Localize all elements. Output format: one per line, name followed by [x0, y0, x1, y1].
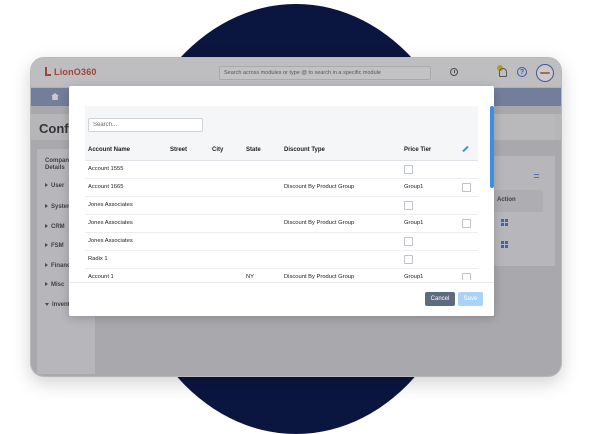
city-cell — [209, 160, 243, 179]
city-cell — [209, 196, 243, 215]
edit-cell — [459, 196, 478, 215]
account-name-cell: Account 1 — [85, 268, 167, 280]
column-header-price-tier[interactable]: Price Tier — [401, 140, 459, 161]
account-name-cell: Jones Associates — [85, 232, 167, 251]
table-row[interactable]: Radix 1 — [85, 250, 478, 269]
street-cell — [167, 178, 209, 197]
cancel-button[interactable]: Cancel — [425, 292, 455, 306]
street-cell — [167, 196, 209, 215]
column-header-account-name[interactable]: Account Name — [85, 140, 167, 161]
table-row[interactable]: Account 1 NY Discount By Product Group G… — [85, 268, 478, 280]
edit-cell — [459, 250, 478, 269]
account-selection-modal: Account Name Street City State Discount … — [69, 86, 494, 316]
discount-type-cell — [281, 232, 401, 251]
row-checkbox[interactable] — [462, 218, 471, 228]
select-cell — [459, 268, 478, 280]
street-cell — [167, 160, 209, 179]
table-row[interactable]: Jones Associates Discount By Product Gro… — [85, 214, 478, 233]
modal-scrollbar[interactable] — [490, 106, 494, 188]
account-name-cell: Jones Associates — [85, 196, 167, 215]
discount-type-cell: Discount By Product Group — [281, 214, 401, 233]
column-header-state[interactable]: State — [243, 140, 281, 161]
column-header-discount-type[interactable]: Discount Type — [281, 140, 401, 161]
table-row[interactable]: Account 1665 Discount By Product Group G… — [85, 178, 478, 197]
row-checkbox[interactable] — [462, 272, 471, 280]
price-tier-checkbox[interactable] — [404, 164, 413, 174]
price-tier-cell — [401, 232, 459, 251]
accounts-table: Account Name Street City State Discount … — [85, 140, 478, 280]
city-cell — [209, 232, 243, 251]
price-tier-cell: Group1 — [401, 268, 459, 280]
discount-type-cell: Discount By Product Group — [281, 178, 401, 197]
edit-cell — [459, 160, 478, 179]
street-cell — [167, 232, 209, 251]
state-cell — [243, 232, 281, 251]
account-name-cell: Account 1665 — [85, 178, 167, 197]
city-cell — [209, 214, 243, 233]
column-header-city[interactable]: City — [209, 140, 243, 161]
price-tier-cell — [401, 196, 459, 215]
state-cell — [243, 214, 281, 233]
discount-type-cell: Discount By Product Group — [281, 268, 401, 280]
city-cell — [209, 178, 243, 197]
state-cell — [243, 250, 281, 269]
column-header-street[interactable]: Street — [167, 140, 209, 161]
column-header-edit — [459, 140, 478, 161]
state-cell — [243, 178, 281, 197]
price-tier-cell: Group1 — [401, 178, 459, 197]
discount-type-cell — [281, 160, 401, 179]
state-cell — [243, 160, 281, 179]
pencil-icon[interactable] — [462, 145, 469, 152]
street-cell — [167, 268, 209, 280]
save-button[interactable]: Save — [458, 292, 483, 306]
select-cell — [459, 178, 478, 197]
street-cell — [167, 214, 209, 233]
stage: LionO360 Search across modules or type @… — [0, 0, 592, 434]
city-cell — [209, 250, 243, 269]
price-tier-checkbox[interactable] — [404, 200, 413, 210]
price-tier-cell — [401, 160, 459, 179]
table-header-row: Account Name Street City State Discount … — [85, 140, 478, 161]
modal-body: Account Name Street City State Discount … — [85, 106, 478, 280]
table-row[interactable]: Account 1555 — [85, 160, 478, 179]
select-cell — [459, 214, 478, 233]
price-tier-cell — [401, 250, 459, 269]
account-name-cell: Jones Associates — [85, 214, 167, 233]
discount-type-cell — [281, 196, 401, 215]
price-tier-checkbox[interactable] — [404, 254, 413, 264]
state-cell — [243, 196, 281, 215]
price-tier-cell: Group1 — [401, 214, 459, 233]
city-cell — [209, 268, 243, 280]
street-cell — [167, 250, 209, 269]
row-checkbox[interactable] — [462, 182, 471, 192]
account-name-cell: Account 1555 — [85, 160, 167, 179]
edit-cell — [459, 232, 478, 251]
discount-type-cell — [281, 250, 401, 269]
table-row[interactable]: Jones Associates — [85, 196, 478, 215]
price-tier-checkbox[interactable] — [404, 236, 413, 246]
state-cell: NY — [243, 268, 281, 280]
table-row[interactable]: Jones Associates — [85, 232, 478, 251]
account-name-cell: Radix 1 — [85, 250, 167, 269]
modal-search-input[interactable] — [88, 118, 203, 132]
